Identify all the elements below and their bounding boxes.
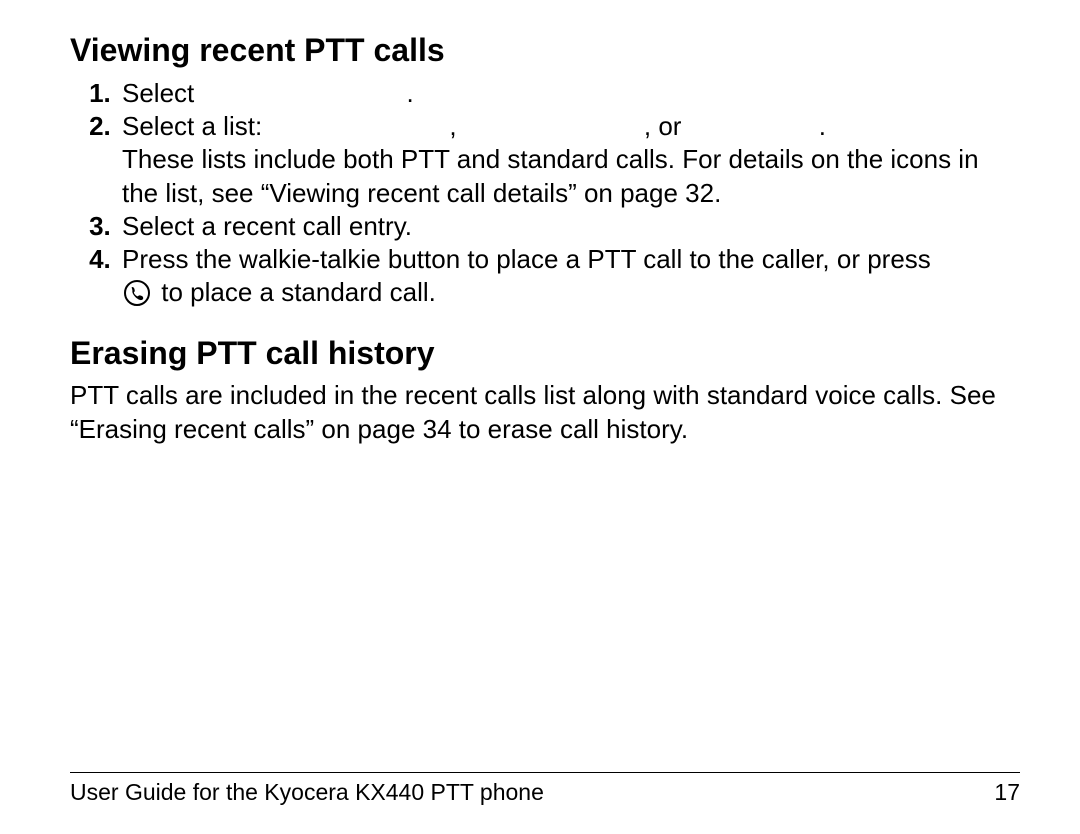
step-1-text-a: Select — [122, 78, 194, 108]
footer-title: User Guide for the Kyocera KX440 PTT pho… — [70, 779, 544, 806]
heading-erasing-ptt-call-history: Erasing PTT call history — [70, 335, 1020, 372]
page-body: Viewing recent PTT calls Select . Select… — [70, 32, 1020, 446]
step-1: Select . — [118, 77, 1020, 110]
steps-list: Select . Select a list: , , or . These l… — [70, 77, 1020, 315]
step-1-text-b: . — [407, 78, 414, 108]
step-4-text-b: to place a standard call. — [161, 277, 436, 307]
page-number: 17 — [994, 779, 1020, 806]
step-3: Select a recent call entry. — [118, 210, 1020, 243]
section2-body: PTT calls are included in the recent cal… — [70, 379, 1020, 446]
heading-viewing-recent-ptt-calls: Viewing recent PTT calls — [70, 32, 1020, 69]
step-2-text-c: , or — [644, 111, 682, 141]
step-2: Select a list: , , or . These lists incl… — [118, 110, 1020, 210]
page-footer: User Guide for the Kyocera KX440 PTT pho… — [70, 772, 1020, 806]
step-4-text-a: Press the walkie-talkie button to place … — [122, 244, 931, 274]
step-2-body: These lists include both PTT and standar… — [122, 143, 1020, 210]
step-2-text-d: . — [819, 111, 826, 141]
footer-rule — [70, 772, 1020, 773]
step-3-text: Select a recent call entry. — [122, 211, 412, 241]
step-4: Press the walkie-talkie button to place … — [118, 243, 1020, 315]
phone-icon — [124, 280, 150, 314]
step-2-text-a: Select a list: — [122, 111, 262, 141]
page: Viewing recent PTT calls Select . Select… — [0, 0, 1080, 834]
step-2-text-b: , — [449, 111, 456, 141]
